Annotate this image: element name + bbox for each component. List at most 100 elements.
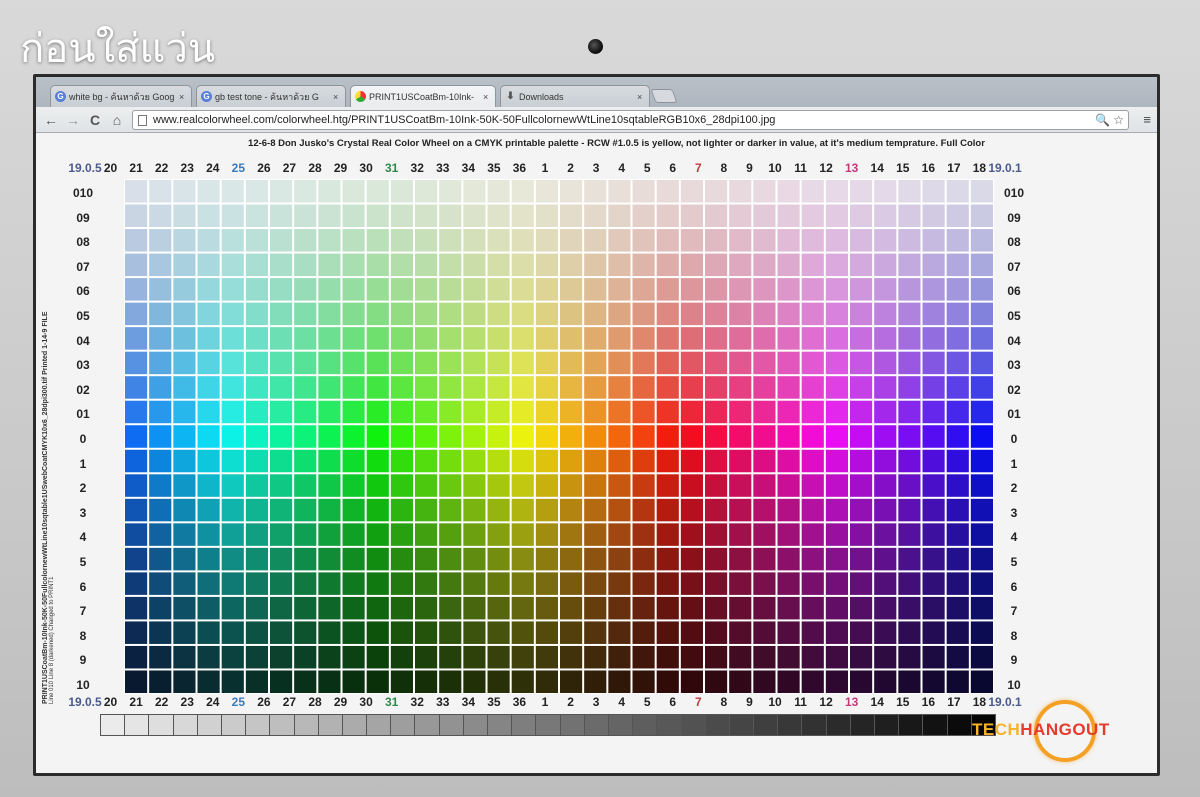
color-swatch <box>149 229 172 252</box>
tab-downloads[interactable]: ⬇ Downloads × <box>500 85 650 107</box>
hue-label: 10 <box>768 695 782 709</box>
color-swatch <box>149 572 172 595</box>
grey-scale-strip <box>100 714 996 736</box>
grey-swatch <box>608 715 634 735</box>
color-swatch <box>270 498 293 522</box>
color-swatch <box>656 449 679 473</box>
color-swatch <box>439 425 462 448</box>
tab-print-image[interactable]: PRINT1USCoatBm-10Ink- × <box>350 85 496 107</box>
hue-label: 9 <box>746 161 753 175</box>
color-swatch <box>850 523 873 546</box>
color-swatch <box>342 351 365 375</box>
color-swatch <box>946 449 969 473</box>
color-swatch <box>705 645 728 669</box>
hue-label: 16 <box>921 695 935 709</box>
color-swatch <box>777 498 800 522</box>
color-swatch <box>608 645 631 669</box>
color-swatch <box>390 498 413 522</box>
hue-label: 5 <box>643 695 651 709</box>
color-swatch <box>535 229 558 252</box>
color-swatch <box>463 400 486 424</box>
value-label: 03 <box>76 358 90 373</box>
color-swatch <box>874 596 897 620</box>
color-swatch <box>245 474 268 497</box>
color-swatch <box>197 474 220 497</box>
color-swatch <box>874 278 897 301</box>
tab-title: gb test tone - ค้นหาด้วย G <box>215 91 319 102</box>
bookmark-star-icon[interactable]: ☆ <box>1113 113 1124 127</box>
color-swatch <box>656 351 679 375</box>
color-swatch <box>970 400 993 424</box>
color-swatch <box>197 351 220 375</box>
menu-icon[interactable]: ≡ <box>1143 112 1151 127</box>
value-label: 09 <box>76 210 90 225</box>
color-swatch <box>753 523 776 546</box>
color-swatch <box>632 351 655 375</box>
color-swatch <box>535 302 558 326</box>
color-swatch <box>560 498 583 522</box>
hue-label: 25 <box>231 161 245 175</box>
color-swatch <box>874 376 897 399</box>
value-label: 05 <box>76 309 90 323</box>
back-button[interactable]: ← <box>42 111 60 129</box>
color-swatch <box>149 180 172 203</box>
color-swatch <box>342 449 365 473</box>
color-swatch <box>680 278 703 301</box>
color-swatch <box>777 253 800 277</box>
color-swatch <box>946 180 969 203</box>
color-swatch <box>801 596 824 620</box>
color-swatch <box>125 327 148 350</box>
color-swatch <box>898 596 921 620</box>
tab-gb-test-tone[interactable]: G gb test tone - ค้นหาด้วย G × <box>196 85 346 107</box>
google-icon: G <box>55 91 66 102</box>
color-swatch <box>197 645 220 669</box>
hue-label: 19.0.1 <box>988 161 1022 175</box>
color-swatch <box>656 621 679 644</box>
color-swatch <box>366 376 389 399</box>
color-swatch <box>898 327 921 350</box>
close-icon[interactable]: × <box>179 92 187 102</box>
forward-button[interactable]: → <box>64 111 82 129</box>
color-swatch <box>922 547 945 571</box>
color-swatch <box>366 449 389 473</box>
tab-white-bg[interactable]: G white bg - ค้นหาด้วย Goog × <box>50 85 192 107</box>
color-swatch <box>970 547 993 571</box>
color-swatch <box>656 376 679 399</box>
logo-text-hangout: HANGOUT <box>1020 720 1110 739</box>
color-swatch <box>825 449 848 473</box>
color-swatch <box>850 229 873 252</box>
color-swatch <box>125 400 148 424</box>
color-swatch <box>898 351 921 375</box>
color-swatch <box>221 449 244 473</box>
close-icon[interactable]: × <box>483 92 491 102</box>
color-swatch <box>922 229 945 252</box>
color-swatch <box>922 253 945 277</box>
color-swatch <box>439 327 462 350</box>
close-icon[interactable]: × <box>333 92 341 102</box>
color-swatch <box>850 645 873 669</box>
color-swatch <box>970 449 993 473</box>
color-swatch <box>632 547 655 571</box>
color-swatch <box>656 327 679 350</box>
address-bar[interactable]: www.realcolorwheel.com/colorwheel.htg/PR… <box>132 110 1129 130</box>
color-swatch <box>705 376 728 399</box>
tab-title: Downloads <box>519 91 564 102</box>
tab-title: white bg - ค้นหาด้วย Goog <box>69 91 175 102</box>
color-swatch <box>245 498 268 522</box>
color-swatch <box>753 204 776 228</box>
download-icon: ⬇ <box>506 91 515 102</box>
color-swatch <box>511 425 534 448</box>
color-swatch <box>439 547 462 571</box>
new-tab-button[interactable] <box>650 89 678 103</box>
zoom-icon[interactable]: 🔍 <box>1095 113 1110 127</box>
reload-button[interactable]: C <box>86 111 104 129</box>
close-icon[interactable]: × <box>637 92 645 102</box>
color-swatch <box>390 523 413 546</box>
color-swatch <box>197 572 220 595</box>
value-label: 2 <box>79 481 87 496</box>
home-button[interactable]: ⌂ <box>108 111 126 129</box>
color-swatch <box>632 572 655 595</box>
color-swatch <box>560 474 583 497</box>
color-swatch <box>125 229 148 252</box>
color-swatch <box>946 547 969 571</box>
